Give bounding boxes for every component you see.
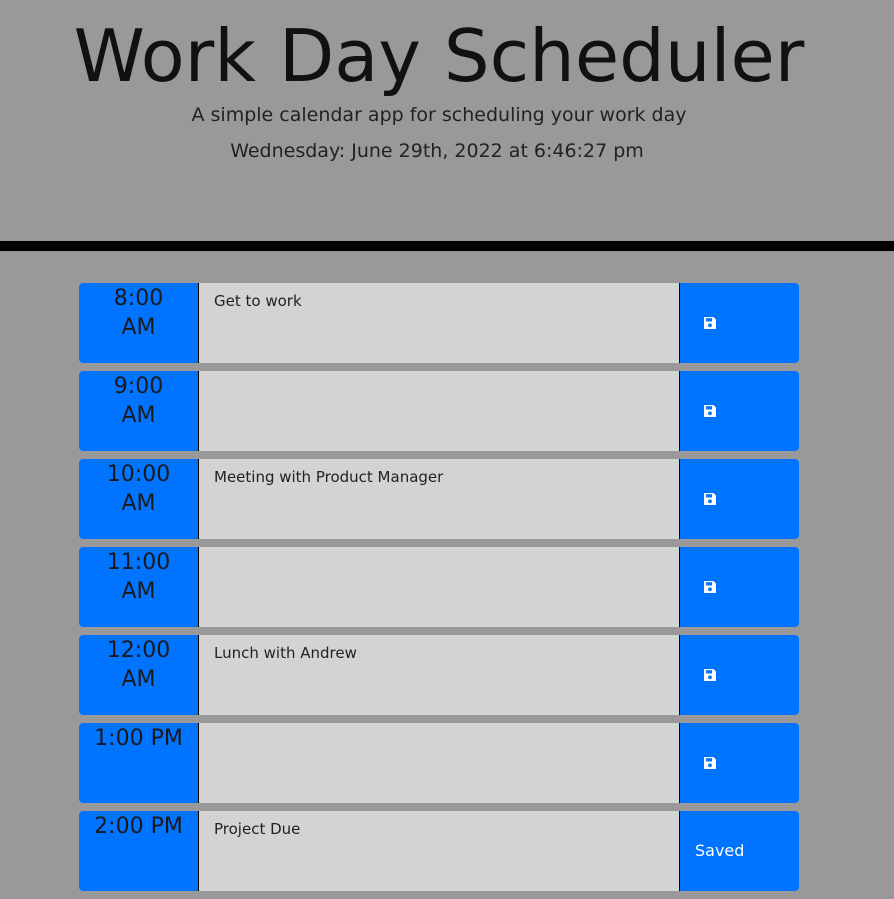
hour-label-line1: 9:00 — [113, 374, 164, 399]
hour-label: 12:00 AM — [79, 635, 199, 715]
page-title: Work Day Scheduler — [73, 14, 805, 98]
hour-label-line2: AM — [121, 403, 156, 428]
floppy-disk-icon — [704, 317, 716, 329]
timeblock-row: 10:00 AM Meeting with Product Manager — [79, 459, 799, 539]
saved-status-label: Saved — [695, 841, 745, 860]
timeblock-list: 8:00 AM Get to work 9:00 AM 10:00 AM Mee… — [79, 283, 799, 899]
save-button[interactable] — [679, 371, 799, 451]
timeblock-row: 8:00 AM Get to work — [79, 283, 799, 363]
event-description-input[interactable]: Lunch with Andrew — [199, 635, 679, 715]
save-button[interactable] — [679, 459, 799, 539]
hour-label: 2:00 PM — [79, 811, 199, 891]
event-description-input[interactable] — [199, 723, 679, 803]
save-button[interactable] — [679, 547, 799, 627]
floppy-disk-icon — [704, 493, 716, 505]
hour-label-line2: AM — [121, 667, 156, 692]
hour-label: 9:00 AM — [79, 371, 199, 451]
save-button[interactable]: Saved — [679, 811, 799, 891]
hour-label-line1: 8:00 — [113, 286, 164, 311]
floppy-disk-icon — [704, 405, 716, 417]
save-button[interactable] — [679, 635, 799, 715]
header: Work Day Scheduler A simple calendar app… — [0, 0, 894, 241]
hour-label: 11:00 AM — [79, 547, 199, 627]
header-divider — [0, 241, 894, 251]
floppy-disk-icon — [704, 669, 716, 681]
event-description-input[interactable] — [199, 371, 679, 451]
hour-label-line2: AM — [121, 315, 156, 340]
save-button[interactable] — [679, 723, 799, 803]
timeblock-row: 12:00 AM Lunch with Andrew — [79, 635, 799, 715]
timeblock-row: 1:00 PM — [79, 723, 799, 803]
event-description-input[interactable]: Get to work — [199, 283, 679, 363]
hour-label-line1: 12:00 — [106, 638, 171, 663]
timeblock-row: 2:00 PM Project Due Saved — [79, 811, 799, 891]
floppy-disk-icon — [704, 757, 716, 769]
hour-label: 1:00 PM — [79, 723, 199, 803]
hour-label-line1: 11:00 — [106, 550, 171, 575]
floppy-disk-icon — [704, 581, 716, 593]
hour-label: 8:00 AM — [79, 283, 199, 363]
save-button[interactable] — [679, 283, 799, 363]
hour-label-line1: 1:00 PM — [94, 726, 183, 751]
event-description-input[interactable]: Project Due — [199, 811, 679, 891]
event-description-input[interactable] — [199, 547, 679, 627]
page-subtitle: A simple calendar app for scheduling you… — [191, 104, 687, 126]
hour-label-line1: 2:00 PM — [94, 814, 183, 839]
hour-label-line1: 10:00 — [106, 462, 171, 487]
hour-label-line2: AM — [121, 491, 156, 516]
hour-label: 10:00 AM — [79, 459, 199, 539]
hour-label-line2: AM — [121, 579, 156, 604]
event-description-input[interactable]: Meeting with Product Manager — [199, 459, 679, 539]
timeblock-row: 11:00 AM — [79, 547, 799, 627]
timeblock-row: 9:00 AM — [79, 371, 799, 451]
current-date-time: Wednesday: June 29th, 2022 at 6:46:27 pm — [230, 140, 644, 162]
